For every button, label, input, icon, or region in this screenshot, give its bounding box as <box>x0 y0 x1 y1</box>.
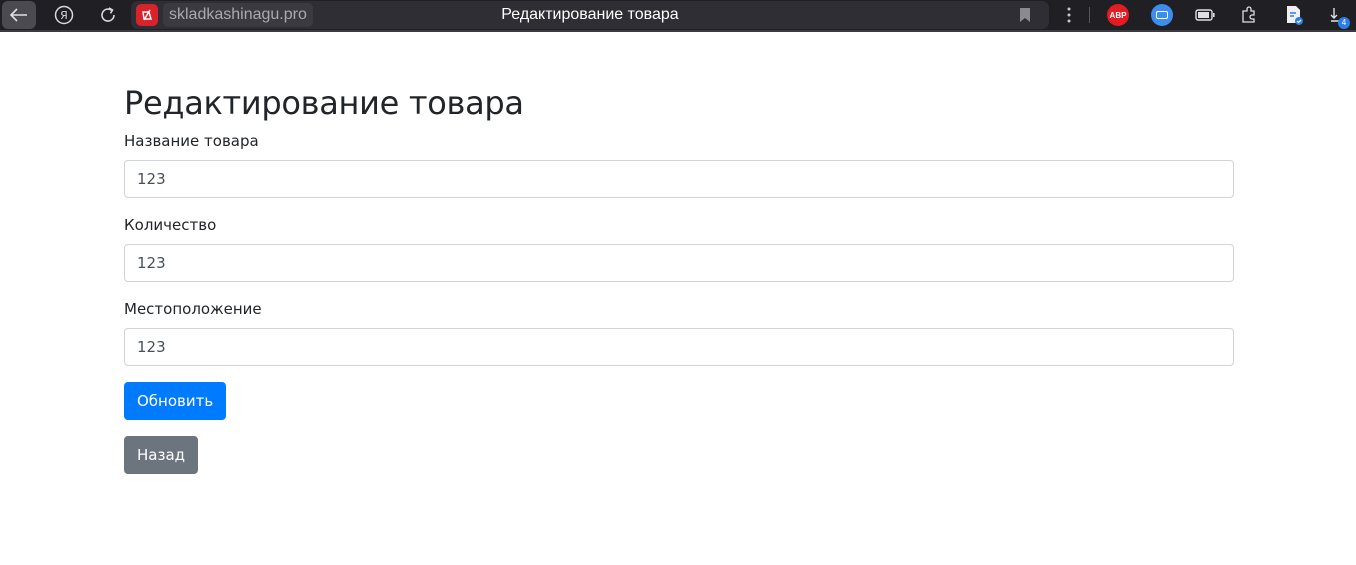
bookmark-icon[interactable] <box>1019 7 1031 23</box>
extension-icon[interactable] <box>1151 4 1173 26</box>
puzzle-icon[interactable] <box>1238 4 1260 26</box>
edit-product-form: Редактирование товара Название товара Ко… <box>124 84 1234 474</box>
abp-icon[interactable]: ABP <box>1107 4 1129 26</box>
reload-icon <box>101 7 115 22</box>
battery-icon[interactable] <box>1194 4 1216 26</box>
location-input[interactable] <box>124 328 1234 366</box>
quantity-input[interactable] <box>124 244 1234 282</box>
field-name-label: Название товара <box>124 132 259 150</box>
address-bar[interactable]: skladkashinagu.pro Редактирование товара <box>131 1 1049 29</box>
back-arrow-icon <box>10 8 27 22</box>
download-icon[interactable]: 4 <box>1326 4 1350 29</box>
field-name-group: Название товара <box>124 130 1234 198</box>
field-location-label: Местоположение <box>124 300 262 318</box>
site-icon <box>136 4 158 26</box>
abp-label: ABP <box>1109 10 1127 20</box>
downloads-count-badge: 4 <box>1338 17 1350 29</box>
field-location-group: Местоположение <box>124 298 1234 366</box>
back-link-button[interactable]: Назад <box>124 436 199 474</box>
more-button[interactable] <box>1060 4 1078 26</box>
field-quantity-label: Количество <box>124 216 217 234</box>
url-domain[interactable]: skladkashinagu.pro <box>163 3 313 27</box>
field-quantity-group: Количество <box>124 214 1234 282</box>
product-name-input[interactable] <box>124 160 1234 198</box>
svg-text:Я: Я <box>60 9 68 22</box>
reload-button[interactable] <box>90 0 126 30</box>
yandex-button[interactable]: Я <box>46 0 82 30</box>
yandex-icon: Я <box>54 5 74 25</box>
back-button[interactable] <box>2 1 36 29</box>
update-button[interactable]: Обновить <box>124 382 227 420</box>
more-icon <box>1067 7 1071 23</box>
browser-toolbar: Я skladkashinagu.pro Редактирование това… <box>0 0 1356 32</box>
toolbar-divider <box>1089 7 1090 23</box>
document-icon[interactable] <box>1283 4 1305 26</box>
page-title: Редактирование товара <box>124 84 524 122</box>
